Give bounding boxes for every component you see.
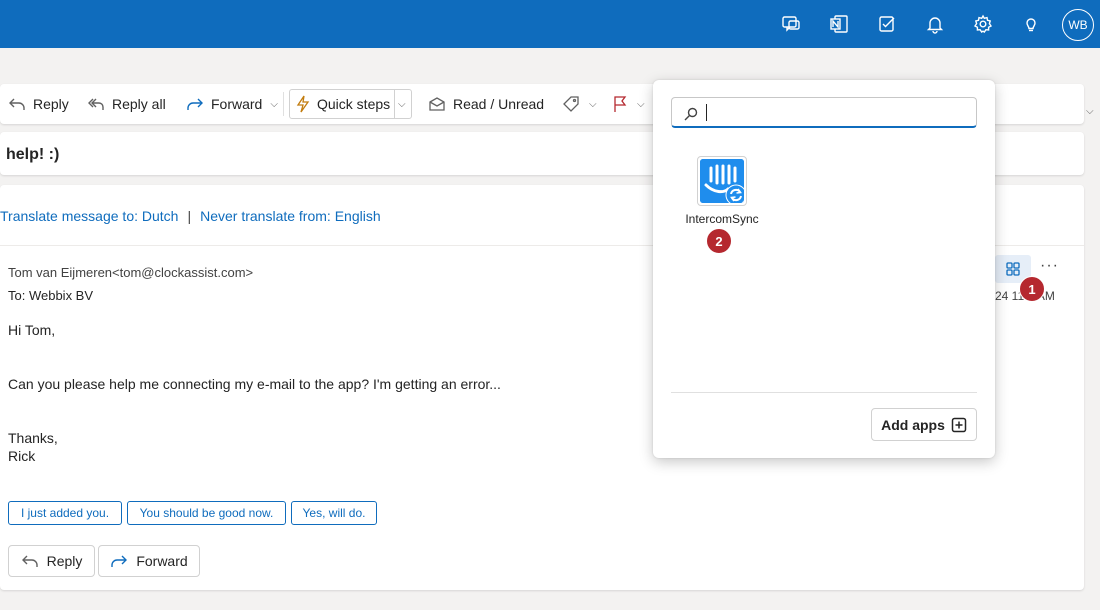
add-apps-button[interactable]: Add apps: [871, 408, 977, 441]
flag-icon: [614, 96, 627, 112]
never-translate-link[interactable]: Never translate from: English: [200, 208, 381, 224]
intercom-sync-icon: [700, 159, 744, 203]
body-signature: Rick: [8, 448, 36, 464]
flag-button[interactable]: ⌵: [612, 84, 645, 124]
reply-icon: [21, 555, 38, 567]
forward-icon: [187, 98, 203, 110]
translate-to-link[interactable]: Translate message to: Dutch: [0, 208, 178, 224]
translate-separator: |: [187, 208, 192, 224]
chevron-down-icon: ⌵: [637, 98, 645, 110]
gear-icon[interactable]: [971, 12, 995, 36]
avatar[interactable]: WB: [1062, 9, 1094, 41]
reply-icon: [9, 98, 25, 110]
reply-action-label: Reply: [46, 553, 83, 569]
text-caret: [706, 104, 707, 121]
body-closing: Thanks,: [8, 430, 58, 446]
suggested-reply-2[interactable]: You should be good now.: [127, 501, 286, 525]
quick-steps-split: [394, 90, 395, 118]
toolbar-overflow-chevron-icon[interactable]: ⌵: [1086, 106, 1094, 117]
reply-all-icon: [88, 98, 104, 110]
read-unread-button[interactable]: Read / Unread: [428, 84, 544, 124]
quick-steps-label: Quick steps: [317, 96, 391, 112]
reply-all-button[interactable]: Reply all: [87, 84, 166, 124]
quick-steps-dropdown[interactable]: ⌵: [398, 84, 406, 124]
translate-bar: Translate message to: Dutch | Never transl…: [0, 208, 381, 224]
app-search-box[interactable]: [671, 97, 977, 128]
reply-button[interactable]: Reply: [8, 84, 69, 124]
step-badge-2: 2: [706, 228, 732, 254]
step-badge-1: 1: [1019, 276, 1045, 302]
forward-label: Forward: [211, 96, 263, 112]
body-greeting: Hi Tom,: [8, 322, 56, 338]
add-square-icon: [951, 417, 967, 432]
chevron-down-icon[interactable]: ⌵: [270, 99, 278, 110]
intercom-sync-app-tile[interactable]: [697, 156, 747, 206]
popup-divider: [671, 392, 977, 393]
forward-button[interactable]: Forward ⌵: [186, 84, 278, 124]
search-icon: [684, 107, 698, 121]
forward-action-label: Forward: [136, 553, 188, 569]
envelope-open-icon: [429, 97, 445, 111]
lightning-icon: [296, 95, 310, 113]
app-search-input[interactable]: [712, 102, 967, 124]
toolbar-divider: [283, 92, 284, 116]
body-line: Can you please help me connecting my e-m…: [8, 376, 501, 392]
chevron-down-icon: ⌵: [398, 98, 406, 110]
quick-steps-button[interactable]: Quick steps: [296, 84, 390, 124]
apps-grid-icon: [1006, 262, 1020, 276]
onenote-icon[interactable]: [827, 12, 851, 36]
reply-action-button[interactable]: Reply: [8, 545, 95, 577]
tasks-icon[interactable]: [875, 12, 899, 36]
forward-action-button[interactable]: Forward: [98, 545, 200, 577]
suggested-reply-3[interactable]: Yes, will do.: [291, 501, 377, 525]
reply-label: Reply: [33, 96, 69, 112]
bell-icon[interactable]: [923, 12, 947, 36]
apps-popup: IntercomSync Add apps: [653, 80, 995, 458]
add-apps-label: Add apps: [881, 416, 945, 433]
read-unread-label: Read / Unread: [453, 96, 545, 112]
top-header: WB: [0, 0, 1100, 48]
chevron-down-icon: ⌵: [589, 98, 597, 110]
intercom-sync-app-label[interactable]: IntercomSync: [679, 212, 765, 226]
chat-icon[interactable]: [779, 12, 803, 36]
sender-info[interactable]: Tom van Eijmeren<tom@clockassist.com>: [8, 265, 253, 280]
forward-icon: [111, 555, 128, 567]
tag-icon: [563, 96, 579, 112]
lightbulb-icon[interactable]: [1019, 12, 1043, 36]
suggested-reply-1[interactable]: I just added you.: [8, 501, 122, 525]
reply-all-label: Reply all: [112, 96, 166, 112]
tag-button[interactable]: ⌵: [562, 84, 597, 124]
subject-title: help! :): [6, 146, 60, 163]
more-options-button[interactable]: ···: [1040, 257, 1059, 275]
recipient-info: To: Webbix BV: [8, 288, 94, 303]
